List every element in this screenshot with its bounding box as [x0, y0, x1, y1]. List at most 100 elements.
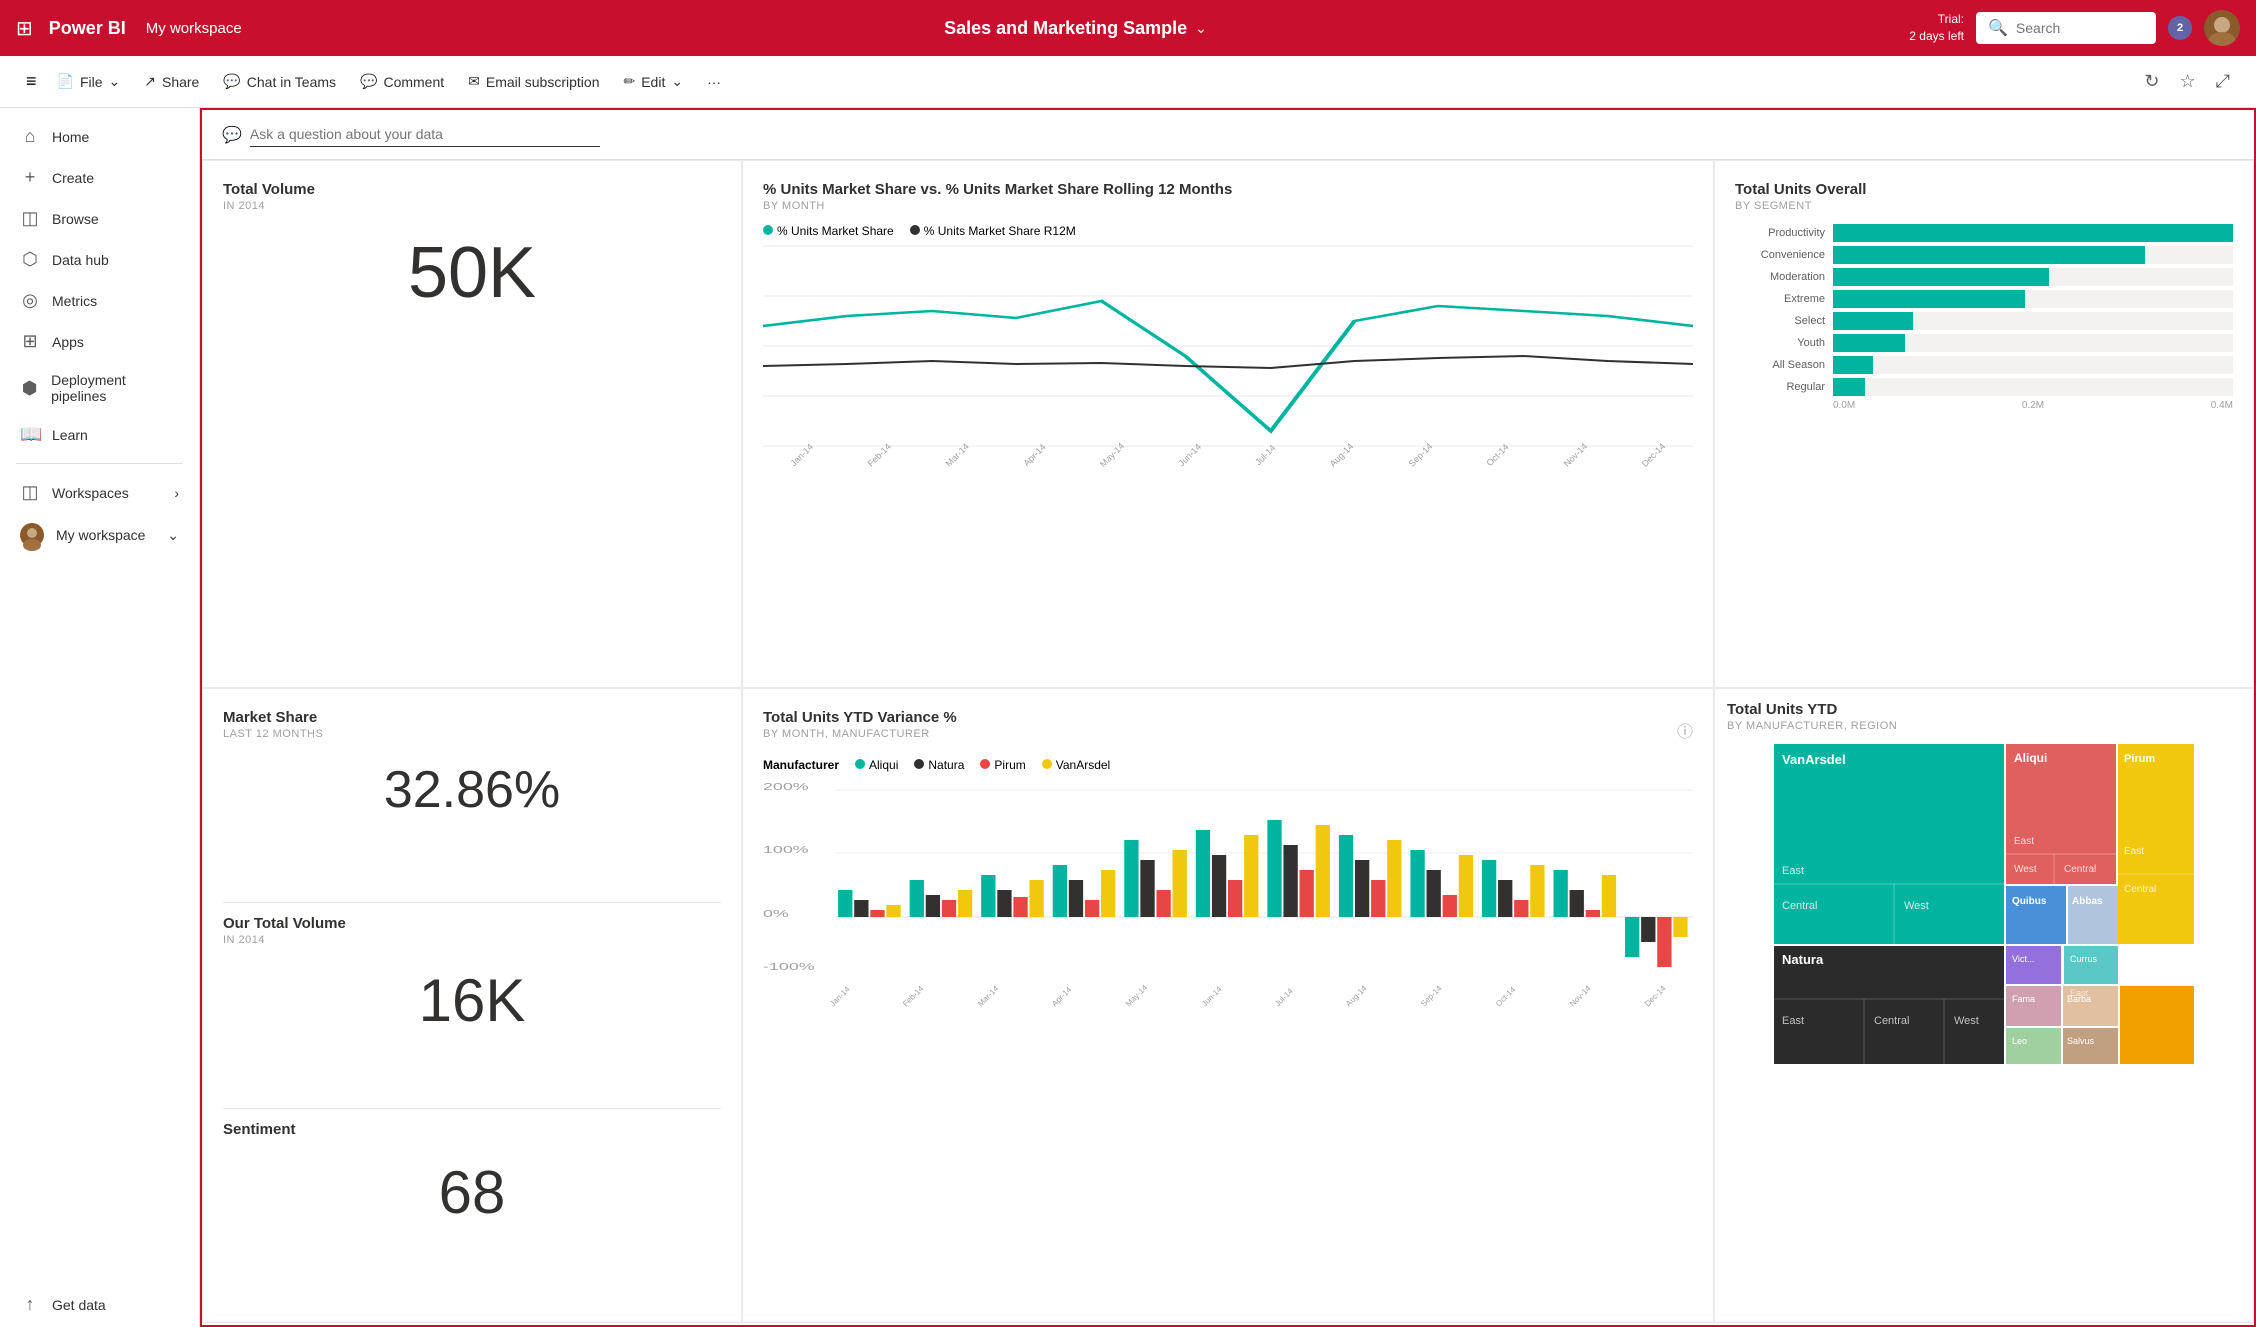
- svg-text:Natura: Natura: [1782, 952, 1824, 967]
- line-chart-legend: % Units Market Share % Units Market Shar…: [763, 224, 1693, 238]
- svg-text:0%: 0%: [763, 908, 789, 919]
- line-chart-area: [763, 246, 1693, 446]
- svg-text:100%: 100%: [763, 844, 809, 855]
- sidebar-item-create[interactable]: + Create: [0, 157, 199, 198]
- sidebar-item-home[interactable]: ⌂ Home: [0, 116, 199, 157]
- svg-text:Salvus: Salvus: [2067, 1036, 2095, 1046]
- file-icon: 📄: [57, 73, 74, 90]
- deployment-icon: ⬢: [20, 378, 39, 399]
- treemap-area: VanArsdel East Central West Aliqui East: [1727, 744, 2241, 1064]
- sidebar-item-metrics[interactable]: ◎ Metrics: [0, 280, 199, 321]
- my-workspace-arrow: ⌄: [167, 527, 179, 544]
- qa-bar: 💬: [202, 110, 2254, 160]
- more-menu-btn[interactable]: ···: [697, 68, 731, 96]
- comment-btn[interactable]: 💬 Comment: [350, 67, 454, 96]
- sidebar-item-my-workspace[interactable]: My workspace ⌄: [0, 513, 199, 557]
- svg-text:Central: Central: [2064, 864, 2096, 875]
- toolbar: ≡ 📄 File ⌄ ↗ Share 💬 Chat in Teams 💬 Com…: [0, 56, 2256, 108]
- sidebar-item-deployment[interactable]: ⬢ Deployment pipelines: [0, 362, 199, 414]
- svg-text:Abbas: Abbas: [2072, 896, 2103, 907]
- file-menu[interactable]: 📄 File ⌄: [47, 67, 131, 96]
- svg-text:Central: Central: [1874, 1015, 1909, 1027]
- search-input[interactable]: [2016, 20, 2146, 36]
- svg-text:Fama: Fama: [2012, 994, 2035, 1004]
- sidebar-item-browse[interactable]: ◫ Browse: [0, 198, 199, 239]
- svg-text:Pirum: Pirum: [2124, 753, 2155, 765]
- learn-icon: 📖: [20, 424, 40, 445]
- svg-text:East: East: [1782, 865, 1804, 877]
- avatar[interactable]: [2204, 10, 2240, 46]
- bar-row-select: Select: [1735, 312, 2233, 330]
- tile-left-col2: Market Share LAST 12 MONTHS 32.86% Our T…: [202, 688, 742, 1324]
- notification-badge[interactable]: 2: [2168, 16, 2192, 40]
- svg-text:West: West: [2014, 864, 2037, 875]
- browse-icon: ◫: [20, 208, 40, 229]
- comment-icon: 💬: [360, 73, 377, 90]
- tile-units-market-share: % Units Market Share vs. % Units Market …: [742, 160, 1714, 688]
- svg-text:Leo: Leo: [2012, 1036, 2027, 1046]
- email-icon: ✉: [468, 73, 480, 90]
- top-navbar: ⊞ Power BI My workspace Sales and Market…: [0, 0, 2256, 56]
- tile-total-units-overall: Total Units Overall BY SEGMENT Productiv…: [1714, 160, 2254, 688]
- home-icon: ⌂: [20, 126, 40, 147]
- svg-text:VanArsdel: VanArsdel: [1782, 752, 1846, 767]
- svg-text:Central: Central: [1782, 900, 1817, 912]
- sidebar-item-workspaces[interactable]: ◫ Workspaces ›: [0, 472, 199, 513]
- svg-text:West: West: [1954, 1015, 1979, 1027]
- svg-text:Aliqui: Aliqui: [2014, 751, 2047, 765]
- search-box[interactable]: 🔍: [1976, 12, 2156, 44]
- report-title: Sales and Marketing Sample: [944, 18, 1187, 39]
- metrics-icon: ◎: [20, 290, 40, 311]
- svg-text:200%: 200%: [763, 781, 809, 792]
- grid-icon[interactable]: ⊞: [16, 16, 33, 41]
- svg-text:-100%: -100%: [763, 961, 815, 972]
- sidebar-item-learn[interactable]: 📖 Learn: [0, 414, 199, 455]
- sidebar: ⌂ Home + Create ◫ Browse ⬡ Data hub ◎ Me…: [0, 108, 200, 1327]
- sidebar-item-get-data[interactable]: ↑ Get data: [0, 1284, 199, 1327]
- dashboard-grid: Total Volume IN 2014 50K % Units Market …: [202, 160, 2254, 1323]
- get-data-icon: ↑: [20, 1294, 40, 1315]
- teams-icon: 💬: [223, 73, 240, 90]
- edit-btn[interactable]: ✏ Edit ⌄: [613, 67, 693, 96]
- content-area: 💬 Total Volume IN 2014 50K % Units Marke…: [200, 108, 2256, 1327]
- tile-total-volume: Total Volume IN 2014 50K: [202, 160, 742, 688]
- favorite-btn[interactable]: ☆: [2173, 65, 2201, 98]
- tile-ytd-variance: Total Units YTD Variance % BY MONTH, MAN…: [742, 688, 1714, 1324]
- qa-input[interactable]: [250, 122, 600, 147]
- svg-text:East: East: [2014, 836, 2034, 847]
- sidebar-item-data-hub[interactable]: ⬡ Data hub: [0, 239, 199, 280]
- chat-in-teams-btn[interactable]: 💬 Chat in Teams: [213, 67, 346, 96]
- horizontal-bar-chart: Productivity Convenience Moderation: [1735, 224, 2233, 396]
- brand-name: Power BI: [49, 18, 126, 39]
- grouped-bar-legend: Manufacturer Aliqui Natura Pirum VanArsd…: [763, 758, 1693, 772]
- svg-text:East: East: [1782, 1015, 1804, 1027]
- fullscreen-btn[interactable]: ⤢: [2210, 65, 2236, 98]
- svg-text:Vict...: Vict...: [2012, 954, 2034, 964]
- grouped-bar-chart: 200% 100% 0% -100%: [763, 780, 1693, 1000]
- bar-row-convenience: Convenience: [1735, 246, 2233, 264]
- my-workspace-avatar: [20, 523, 44, 547]
- email-subscription-btn[interactable]: ✉ Email subscription: [458, 67, 609, 96]
- bar-row-all-season: All Season: [1735, 356, 2233, 374]
- sidebar-item-apps[interactable]: ⊞ Apps: [0, 321, 199, 362]
- bar-row-productivity: Productivity: [1735, 224, 2233, 242]
- workspace-name[interactable]: My workspace: [146, 20, 242, 37]
- apps-icon: ⊞: [20, 331, 40, 352]
- workspaces-arrow: ›: [174, 485, 179, 501]
- bar-row-youth: Youth: [1735, 334, 2233, 352]
- title-chevron-icon[interactable]: ⌄: [1195, 20, 1207, 37]
- toggle-sidebar-btn[interactable]: ≡: [20, 65, 43, 98]
- svg-text:East: East: [2070, 988, 2089, 998]
- edit-chevron: ⌄: [671, 73, 683, 90]
- ytd-info-icon: ⓘ: [1677, 718, 1693, 742]
- bar-axis: 0.0M 0.2M 0.4M: [1735, 400, 2233, 411]
- trial-badge: Trial: 2 days left: [1909, 11, 1964, 45]
- create-icon: +: [20, 167, 40, 188]
- tile-total-units-ytd: Total Units YTD BY MANUFACTURER, REGION …: [1714, 688, 2254, 1324]
- svg-text:Quibus: Quibus: [2012, 896, 2047, 907]
- share-btn[interactable]: ↗ Share: [134, 67, 209, 96]
- workspaces-icon: ◫: [20, 482, 40, 503]
- svg-text:Central: Central: [2124, 884, 2156, 895]
- qa-icon: 💬: [222, 125, 242, 145]
- refresh-btn[interactable]: ↻: [2138, 65, 2165, 98]
